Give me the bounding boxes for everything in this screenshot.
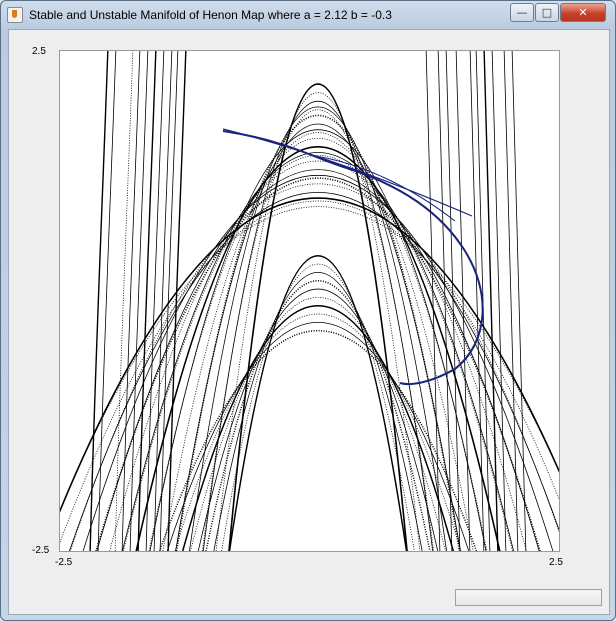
manifold-plot — [38, 45, 598, 562]
java-app-icon[interactable] — [7, 7, 23, 23]
stable-manifold-curve-29 — [171, 313, 465, 562]
stable-manifold-curve-5 — [174, 114, 462, 562]
stable-manifold-curve-51 — [511, 45, 527, 557]
stable-manifold-curve-50 — [503, 45, 519, 557]
plot-area — [38, 45, 598, 562]
content-pane: 2.5 -2.5 -2.5 2.5 — [8, 29, 610, 615]
stable-manifold-curve-19 — [52, 200, 584, 562]
title-bar[interactable]: Stable and Unstable Manifold of Henon Ma… — [1, 1, 615, 27]
y-tick-label-bottom: -2.5 — [32, 545, 50, 556]
stable-manifold-curve-28 — [179, 305, 457, 562]
maximize-button[interactable]: □ — [535, 3, 559, 22]
y-tick-label-top: 2.5 — [32, 46, 46, 57]
stable-manifold-curve-38 — [145, 45, 165, 557]
progress-bar — [455, 589, 602, 606]
stable-manifold-curve-30 — [163, 321, 473, 562]
stable-manifold-curve-36 — [129, 45, 149, 557]
x-tick-label-left: -2.5 — [55, 557, 73, 568]
stable-manifold-curve-48 — [483, 45, 499, 557]
stable-manifold-curve-0 — [227, 83, 409, 562]
stable-manifold-curve-22 — [227, 255, 409, 562]
app-window: Stable and Unstable Manifold of Henon Ma… — [0, 0, 616, 621]
close-button[interactable]: ✕ — [560, 3, 606, 22]
stable-manifold-curve-6 — [173, 123, 463, 562]
stable-manifold-curve-20 — [39, 197, 597, 562]
stable-manifold-curve-7 — [160, 132, 476, 562]
stable-manifold-curve-23 — [219, 263, 417, 562]
stable-manifold-curve-32 — [89, 45, 109, 557]
stable-manifold-curve-31 — [155, 329, 481, 562]
stable-manifold-curve-43 — [437, 45, 453, 557]
stable-manifold-curve-27 — [187, 297, 449, 562]
window-title: Stable and Unstable Manifold of Henon Ma… — [29, 8, 392, 22]
stable-manifold-curve-42 — [425, 45, 441, 557]
x-tick-label-right: 2.5 — [549, 557, 563, 568]
stable-manifold-curve-33 — [97, 45, 117, 557]
minimize-button[interactable]: — — [510, 3, 534, 22]
